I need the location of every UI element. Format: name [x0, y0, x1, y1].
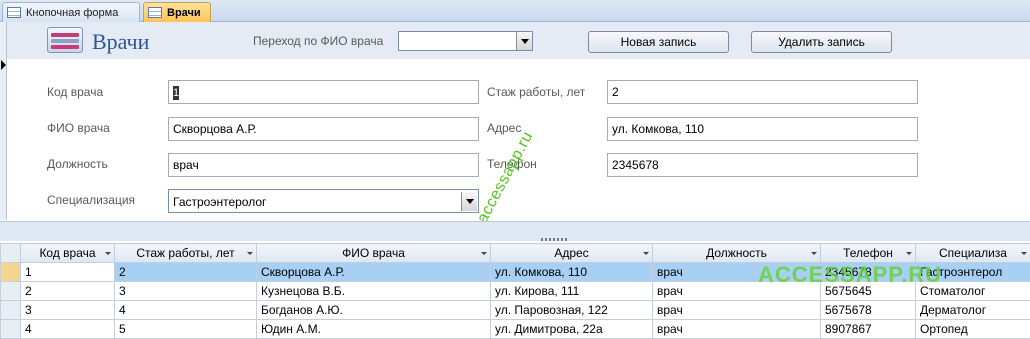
- record-selector[interactable]: [0, 22, 7, 220]
- sort-dropdown-icon[interactable]: [1021, 252, 1027, 255]
- column-header-label: Стаж работы, лет: [136, 246, 235, 260]
- table-cell[interactable]: ул. Кирова, 111: [490, 281, 653, 301]
- sort-dropdown-icon[interactable]: [247, 252, 253, 255]
- address-label: Адрес: [487, 121, 522, 135]
- table-cell[interactable]: Юдин А.М.: [256, 319, 491, 339]
- split-form-splitter[interactable]: [0, 221, 1030, 241]
- table-cell[interactable]: 4: [20, 319, 115, 339]
- doctor-search-combo[interactable]: [398, 31, 533, 51]
- new-record-button[interactable]: Новая запись: [588, 31, 729, 53]
- code-label: Код врача: [47, 85, 104, 99]
- row-selector[interactable]: [0, 262, 21, 282]
- document-tab-strip: Кнопочная форма Врачи: [0, 0, 1030, 22]
- code-field[interactable]: 1: [168, 80, 479, 104]
- watermark-banner: ACCESSAPP.RU: [758, 262, 942, 287]
- column-header[interactable]: Код врача: [20, 243, 115, 263]
- phone-field[interactable]: 2345678: [607, 153, 918, 177]
- table-cell[interactable]: врач: [652, 300, 821, 320]
- column-header[interactable]: Должность: [652, 243, 821, 263]
- experience-field[interactable]: 2: [607, 80, 918, 104]
- table-cell[interactable]: 1: [20, 262, 115, 282]
- column-header[interactable]: ФИО врача: [256, 243, 491, 263]
- tab-switchboard-form[interactable]: Кнопочная форма: [2, 2, 140, 22]
- table-cell[interactable]: 5675678: [820, 300, 916, 320]
- form-header: Врачи Переход по ФИО врача Новая запись …: [7, 22, 1030, 59]
- datasheet: Код врача Стаж работы, лет ФИО врача Адр…: [0, 243, 1030, 339]
- delete-record-button[interactable]: Удалить запись: [751, 31, 892, 53]
- column-header[interactable]: Стаж работы, лет: [114, 243, 257, 263]
- tab-doctors[interactable]: Врачи: [143, 2, 211, 22]
- sort-dropdown-icon[interactable]: [105, 252, 111, 255]
- table-cell[interactable]: Дерматолог: [915, 300, 1030, 320]
- tab-label: Врачи: [167, 6, 201, 19]
- table-cell[interactable]: Скворцова А.Р.: [256, 262, 491, 282]
- table-cell[interactable]: Ортопед: [915, 319, 1030, 339]
- name-label: ФИО врача: [47, 121, 110, 135]
- experience-label: Стаж работы, лет: [487, 85, 586, 99]
- column-header-label: ФИО врача: [342, 246, 405, 260]
- sort-dropdown-icon[interactable]: [481, 252, 487, 255]
- watermark-text: accessapp.ru: [474, 128, 537, 226]
- splitter-grip-icon[interactable]: [541, 238, 569, 241]
- table-cell[interactable]: 2: [114, 262, 257, 282]
- code-value: 1: [173, 85, 180, 100]
- table-cell[interactable]: ул. Паровозная, 122: [490, 300, 653, 320]
- column-header-label: Специализа: [939, 246, 1007, 260]
- sort-dropdown-icon[interactable]: [643, 252, 649, 255]
- select-all-cell[interactable]: [0, 243, 21, 263]
- specialization-value: Гастроэнтеролог: [173, 195, 267, 209]
- table-row[interactable]: 3 4 Богданов А.Ю. ул. Паровозная, 122 вр…: [0, 300, 1030, 320]
- row-selector[interactable]: [0, 319, 21, 339]
- sort-dropdown-icon[interactable]: [906, 252, 912, 255]
- specialization-label: Специализация: [47, 193, 136, 207]
- column-header-label: Код врача: [39, 246, 96, 260]
- specialization-combo[interactable]: Гастроэнтеролог: [168, 189, 479, 213]
- form-icon: [148, 7, 162, 18]
- column-header-label: Телефон: [843, 246, 893, 260]
- column-header[interactable]: Специализа: [915, 243, 1030, 263]
- table-row[interactable]: 4 5 Юдин А.М. ул. Димитрова, 22а врач 89…: [0, 319, 1030, 339]
- chevron-down-icon[interactable]: [516, 32, 532, 50]
- table-cell[interactable]: 8907867: [820, 319, 916, 339]
- table-cell[interactable]: врач: [652, 319, 821, 339]
- column-header[interactable]: Адрес: [490, 243, 653, 263]
- table-cell[interactable]: 3: [20, 300, 115, 320]
- column-header[interactable]: Телефон: [820, 243, 916, 263]
- tab-label: Кнопочная форма: [26, 6, 119, 19]
- table-cell[interactable]: 3: [114, 281, 257, 301]
- table-cell[interactable]: 5: [114, 319, 257, 339]
- position-label: Должность: [47, 157, 108, 171]
- chevron-down-icon[interactable]: [461, 192, 477, 211]
- table-cell[interactable]: 2: [20, 281, 115, 301]
- column-header-label: Должность: [706, 246, 767, 260]
- sort-dropdown-icon[interactable]: [811, 252, 817, 255]
- row-selector[interactable]: [0, 281, 21, 301]
- table-cell[interactable]: ул. Комкова, 110: [490, 262, 653, 282]
- current-record-arrow-icon: [1, 60, 6, 70]
- doctors-form: Врачи Переход по ФИО врача Новая запись …: [0, 22, 1030, 230]
- form-title: Врачи: [92, 29, 150, 54]
- table-cell[interactable]: Кузнецова В.Б.: [256, 281, 491, 301]
- name-field[interactable]: Скворцова А.Р.: [168, 117, 479, 141]
- row-selector[interactable]: [0, 300, 21, 320]
- nav-label: Переход по ФИО врача: [253, 34, 384, 48]
- table-cell[interactable]: Богданов А.Ю.: [256, 300, 491, 320]
- table-cell[interactable]: 4: [114, 300, 257, 320]
- position-field[interactable]: врач: [168, 153, 479, 177]
- column-header-label: Адрес: [554, 246, 589, 260]
- address-field[interactable]: ул. Комкова, 110: [607, 117, 918, 141]
- table-cell[interactable]: ул. Димитрова, 22а: [490, 319, 653, 339]
- header-row: Код врача Стаж работы, лет ФИО врача Адр…: [0, 243, 1030, 263]
- form-icon: [7, 7, 21, 18]
- form-logo-icon: [47, 27, 83, 53]
